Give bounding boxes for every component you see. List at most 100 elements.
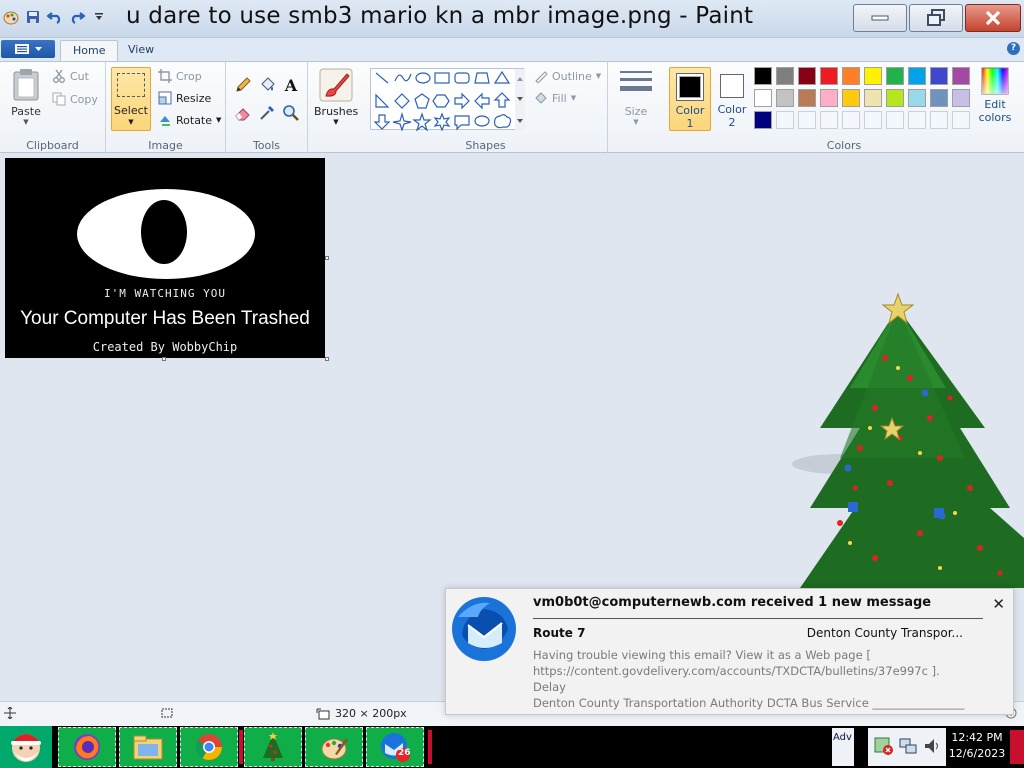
taskbar-paint[interactable]: [305, 727, 363, 767]
down-arrow-shape-icon: [373, 114, 391, 130]
close-button[interactable]: [965, 4, 1021, 32]
palette-swatch[interactable]: [886, 67, 904, 85]
notification-body: Having trouble viewing this email? View …: [533, 647, 973, 711]
resize-label: Resize: [176, 91, 212, 105]
email-notification[interactable]: vm0b0t@computernewb.com received 1 new m…: [445, 588, 1014, 715]
palette-swatch[interactable]: [908, 89, 926, 107]
palette-swatch[interactable]: [798, 67, 816, 85]
canvas-image[interactable]: I'M WATCHING YOU Your Computer Has Been …: [5, 158, 325, 358]
palette-swatch[interactable]: [886, 89, 904, 107]
eraser-icon[interactable]: [232, 102, 253, 123]
palette-swatch[interactable]: [886, 111, 904, 129]
redo-icon[interactable]: [68, 8, 86, 26]
taskbar-christmas-tree[interactable]: [244, 727, 302, 767]
rotate-button[interactable]: Rotate ▼: [158, 113, 221, 127]
resize-handle-right[interactable]: [325, 256, 329, 260]
brushes-button[interactable]: Brushes ▼: [314, 68, 358, 126]
up-arrow-shape-icon: [493, 92, 511, 108]
file-menu-button[interactable]: [1, 40, 55, 58]
pencil-icon[interactable]: [232, 74, 253, 95]
palette-swatch[interactable]: [952, 89, 970, 107]
palette-swatch[interactable]: [864, 89, 882, 107]
christmas-tree-icon: [263, 732, 283, 761]
resize-button[interactable]: Resize: [158, 91, 211, 105]
palette-swatch[interactable]: [820, 67, 838, 85]
palette-swatch[interactable]: [820, 111, 838, 129]
copy-button[interactable]: Copy: [52, 92, 98, 106]
security-alert-icon: [874, 737, 893, 755]
restore-button[interactable]: [909, 4, 963, 32]
text-tool-icon[interactable]: A: [280, 74, 301, 95]
crop-button[interactable]: Crop: [158, 69, 202, 83]
palette-swatch[interactable]: [776, 111, 794, 129]
palette-swatch[interactable]: [754, 67, 772, 85]
tab-view[interactable]: View: [116, 40, 166, 61]
palette-swatch[interactable]: [842, 89, 860, 107]
ribbon-tabs: Home View ?: [0, 38, 1024, 61]
shapes-gallery[interactable]: [370, 68, 525, 132]
five-point-star-shape-icon: [412, 112, 432, 132]
edit-colors-label-2: colors: [978, 111, 1012, 124]
palette-swatch[interactable]: [930, 67, 948, 85]
tray-adv[interactable]: Adv: [832, 728, 854, 766]
system-clock[interactable]: 12:42 PM 12/6/2023: [948, 730, 1006, 762]
selection-size: [160, 707, 174, 719]
show-desktop-button[interactable]: [1010, 730, 1024, 764]
fill-bucket-icon[interactable]: [256, 74, 277, 95]
color-picker-icon[interactable]: [256, 102, 277, 123]
outline-button[interactable]: Outline ▼: [534, 69, 601, 83]
palette-swatch[interactable]: [754, 111, 772, 129]
taskbar-firefox[interactable]: [58, 727, 116, 767]
paint-app-icon[interactable]: [2, 8, 20, 26]
resize-handle-corner[interactable]: [325, 357, 329, 361]
quick-access-toolbar: [2, 8, 108, 26]
save-icon[interactable]: [24, 8, 42, 26]
start-button[interactable]: [0, 726, 52, 768]
brushes-label: Brushes: [314, 105, 359, 118]
palette-swatch[interactable]: [908, 111, 926, 129]
color1-button[interactable]: Color 1: [669, 67, 711, 131]
magnifier-icon[interactable]: [280, 102, 301, 123]
paste-button[interactable]: Paste ▼: [6, 68, 46, 126]
palette-swatch[interactable]: [776, 67, 794, 85]
tab-home[interactable]: Home: [60, 40, 119, 61]
palette-swatch[interactable]: [820, 89, 838, 107]
help-icon[interactable]: ?: [1007, 42, 1020, 55]
size-group: Size ▼: [608, 62, 664, 154]
minimize-button[interactable]: [853, 4, 907, 32]
fill-button[interactable]: Fill ▼: [534, 91, 576, 105]
taskbar-file-explorer[interactable]: [119, 727, 177, 767]
taskbar-thunderbird[interactable]: 26: [366, 727, 424, 767]
shapes-group-label: Shapes: [465, 139, 506, 152]
color2-button[interactable]: Color 2: [714, 67, 750, 131]
taskbar-separator: [239, 730, 243, 764]
taskbar-chrome[interactable]: [180, 727, 238, 767]
palette-swatch[interactable]: [952, 111, 970, 129]
fill-icon: [535, 92, 547, 104]
palette-swatch[interactable]: [908, 67, 926, 85]
edit-colors-button[interactable]: Edit colors: [972, 67, 1018, 124]
cloud-callout-shape-icon: [493, 114, 512, 129]
color1-label: Color: [675, 104, 705, 117]
size-button[interactable]: Size ▼: [616, 68, 656, 126]
palette-swatch[interactable]: [952, 67, 970, 85]
palette-swatch[interactable]: [842, 67, 860, 85]
select-button[interactable]: Select ▼: [111, 67, 151, 131]
palette-swatch[interactable]: [798, 89, 816, 107]
palette-swatch[interactable]: [754, 89, 772, 107]
resize-handle-bottom[interactable]: [162, 357, 166, 361]
palette-swatch[interactable]: [930, 111, 948, 129]
cut-button[interactable]: Cut: [52, 69, 89, 83]
notification-close-icon[interactable]: ✕: [992, 595, 1005, 613]
polygon-shape-icon: [474, 72, 490, 84]
palette-swatch[interactable]: [798, 111, 816, 129]
title-bar: u dare to use smb3 mario kn a mbr image.…: [0, 0, 1024, 38]
undo-icon[interactable]: [46, 8, 64, 26]
palette-swatch[interactable]: [864, 111, 882, 129]
palette-swatch[interactable]: [842, 111, 860, 129]
palette-swatch[interactable]: [776, 89, 794, 107]
palette-swatch[interactable]: [930, 89, 948, 107]
customize-toolbar-dropdown-icon[interactable]: [90, 8, 108, 26]
palette-swatch[interactable]: [864, 67, 882, 85]
right-arrow-shape-icon: [454, 92, 470, 110]
